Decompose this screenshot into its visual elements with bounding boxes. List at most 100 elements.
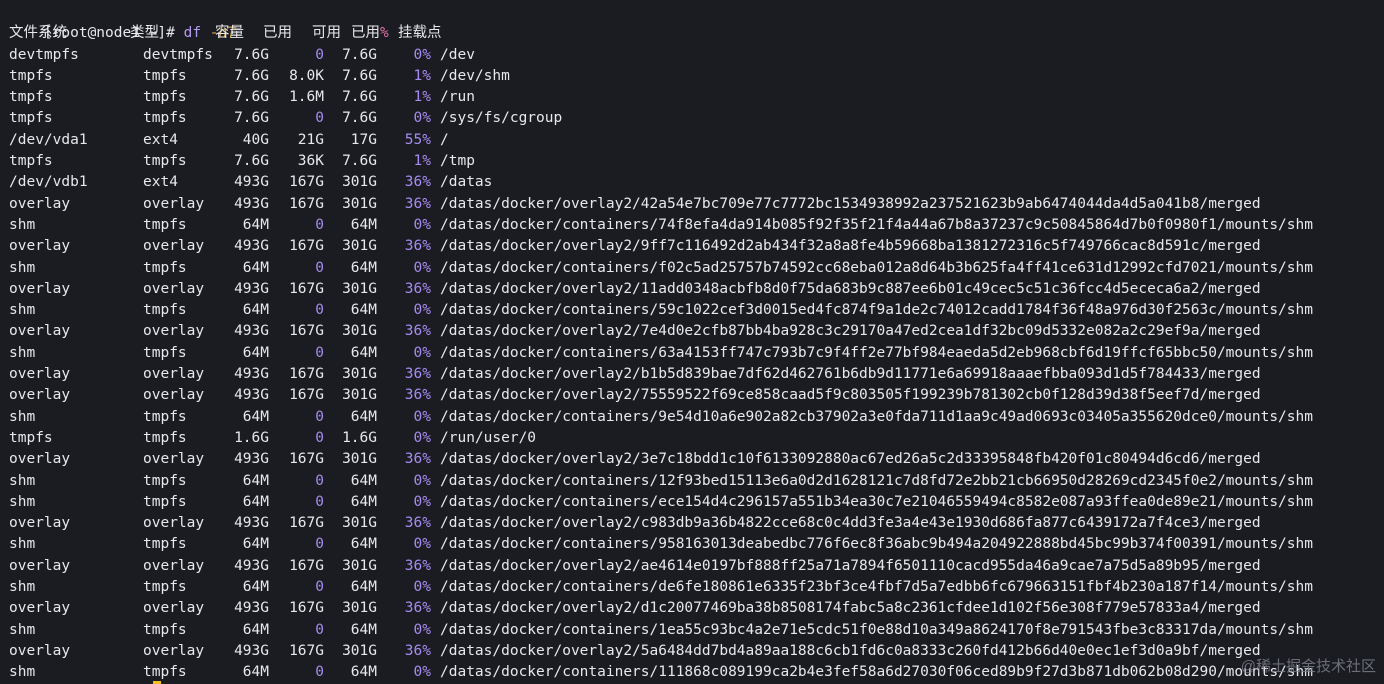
row-type: overlay — [143, 238, 205, 255]
row-filesystem: shm — [9, 472, 36, 489]
row-avail: 301G — [342, 323, 377, 340]
row-use-percent: 36% — [404, 515, 431, 532]
row-size: 493G — [234, 238, 269, 255]
row-use-percent: 0% — [413, 302, 431, 319]
row-size: 493G — [234, 174, 269, 191]
row-mount-point: /dev — [440, 46, 475, 63]
row-avail: 301G — [342, 174, 377, 191]
row-size: 7.6G — [234, 153, 269, 170]
row-mount-point: /datas/docker/containers/9e54d10a6e902a8… — [440, 408, 1313, 425]
row-mount-point: /datas/docker/overlay2/ae4614e0197bf888f… — [440, 557, 1261, 574]
row-used: 0 — [315, 216, 324, 233]
row-avail: 1.6G — [342, 429, 377, 446]
row-use-percent: 1% — [413, 67, 431, 84]
df-row: overlay overlay 493G 167G 301G 36% /datas/dock… — [9, 556, 1384, 577]
row-size: 7.6G — [234, 110, 269, 127]
row-use-percent: 55% — [404, 131, 431, 148]
row-used: 0 — [315, 472, 324, 489]
row-type: ext4 — [143, 131, 178, 148]
row-avail: 64M — [350, 664, 377, 681]
row-filesystem: devtmpfs — [9, 46, 79, 63]
df-row: shm tmpfs 64M 0 64M 0% /datas/docker/container… — [9, 258, 1384, 279]
row-type: overlay — [143, 323, 205, 340]
row-use-percent: 0% — [413, 408, 431, 425]
row-avail: 7.6G — [342, 153, 377, 170]
row-type: overlay — [143, 195, 205, 212]
row-size: 64M — [242, 579, 269, 596]
header-type: 类型 — [130, 25, 159, 42]
row-mount-point: /datas/docker/overlay2/d1c20077469ba38b8… — [440, 600, 1261, 617]
row-size: 64M — [242, 472, 269, 489]
df-row: shm tmpfs 64M 0 64M 0% /datas/docker/container… — [9, 492, 1384, 513]
row-use-percent: 36% — [404, 642, 431, 659]
df-row: shm tmpfs 64M 0 64M 0% /datas/docker/container… — [9, 662, 1384, 683]
row-size: 493G — [234, 195, 269, 212]
row-filesystem: shm — [9, 579, 36, 596]
row-mount-point: /datas/docker/overlay2/7e4d0e2cfb87bb4ba… — [440, 323, 1261, 340]
row-used: 0 — [315, 408, 324, 425]
row-filesystem: overlay — [9, 238, 71, 255]
row-filesystem: overlay — [9, 387, 71, 404]
row-used: 0 — [315, 579, 324, 596]
row-size: 64M — [242, 621, 269, 638]
row-use-percent: 36% — [404, 323, 431, 340]
df-row: shm tmpfs 64M 0 64M 0% /datas/docker/container… — [9, 534, 1384, 555]
row-filesystem: tmpfs — [9, 89, 53, 106]
terminal-window[interactable]: [root@node1 ~]# df -hT 文件系统 类型 容量 已用 可用 … — [0, 0, 1384, 684]
df-row: overlay overlay 493G 167G 301G 36% /datas/dock… — [9, 321, 1384, 342]
row-use-percent: 0% — [413, 46, 431, 63]
row-used: 167G — [289, 195, 324, 212]
row-mount-point: /datas/docker/containers/59c1022cef3d001… — [440, 302, 1313, 319]
df-row: tmpfs tmpfs 7.6G 8.0K 7.6G 1% /dev/shm — [9, 66, 1384, 87]
row-size: 64M — [242, 344, 269, 361]
row-used: 167G — [289, 600, 324, 617]
row-type: tmpfs — [143, 110, 187, 127]
row-avail: 64M — [350, 579, 377, 596]
df-row: shm tmpfs 64M 0 64M 0% /datas/docker/container… — [9, 215, 1384, 236]
row-used: 167G — [289, 323, 324, 340]
row-type: tmpfs — [143, 429, 187, 446]
row-type: tmpfs — [143, 493, 187, 510]
row-filesystem: shm — [9, 493, 36, 510]
df-row: overlay overlay 493G 167G 301G 36% /datas/dock… — [9, 641, 1384, 662]
row-avail: 64M — [350, 472, 377, 489]
row-size: 493G — [234, 387, 269, 404]
row-mount-point: /datas/docker/containers/1ea55c93bc4a2e7… — [440, 621, 1313, 638]
row-mount-point: /datas/docker/containers/111868c089199ca… — [440, 664, 1313, 681]
row-filesystem: overlay — [9, 366, 71, 383]
row-size: 40G — [242, 131, 269, 148]
row-avail: 301G — [342, 387, 377, 404]
row-avail: 64M — [350, 302, 377, 319]
header-mount: 挂载点 — [398, 25, 442, 42]
header-use-percent-label: 已用 — [351, 25, 380, 42]
row-mount-point: /datas/docker/overlay2/5a6484dd7bd4a89aa… — [440, 642, 1261, 659]
row-used: 21G — [297, 131, 324, 148]
df-row: shm tmpfs 64M 0 64M 0% /datas/docker/container… — [9, 620, 1384, 641]
row-avail: 301G — [342, 557, 377, 574]
row-size: 64M — [242, 302, 269, 319]
row-use-percent: 0% — [413, 259, 431, 276]
row-mount-point: /datas/docker/overlay2/11add0348acbfb8d0… — [440, 280, 1261, 297]
df-row: overlay overlay 493G 167G 301G 36% /datas/dock… — [9, 364, 1384, 385]
row-mount-point: /dev/shm — [440, 67, 510, 84]
row-use-percent: 36% — [404, 195, 431, 212]
df-row: tmpfs tmpfs 7.6G 0 7.6G 0% /sys/fs/cgroup — [9, 108, 1384, 129]
row-mount-point: /datas/docker/overlay2/3e7c18bdd1c10f613… — [440, 451, 1261, 468]
row-type: tmpfs — [143, 408, 187, 425]
row-filesystem: tmpfs — [9, 153, 53, 170]
row-size: 64M — [242, 493, 269, 510]
row-mount-point: /datas — [440, 174, 493, 191]
row-type: overlay — [143, 366, 205, 383]
df-row: shm tmpfs 64M 0 64M 0% /datas/docker/container… — [9, 343, 1384, 364]
row-avail: 301G — [342, 366, 377, 383]
row-type: tmpfs — [143, 344, 187, 361]
row-used: 167G — [289, 451, 324, 468]
row-filesystem: /dev/vdb1 — [9, 174, 88, 191]
df-row: shm tmpfs 64M 0 64M 0% /datas/docker/container… — [9, 471, 1384, 492]
row-filesystem: shm — [9, 664, 36, 681]
row-filesystem: tmpfs — [9, 429, 53, 446]
row-used: 1.6M — [289, 89, 324, 106]
row-filesystem: /dev/vda1 — [9, 131, 88, 148]
row-used: 167G — [289, 238, 324, 255]
row-used: 0 — [315, 493, 324, 510]
